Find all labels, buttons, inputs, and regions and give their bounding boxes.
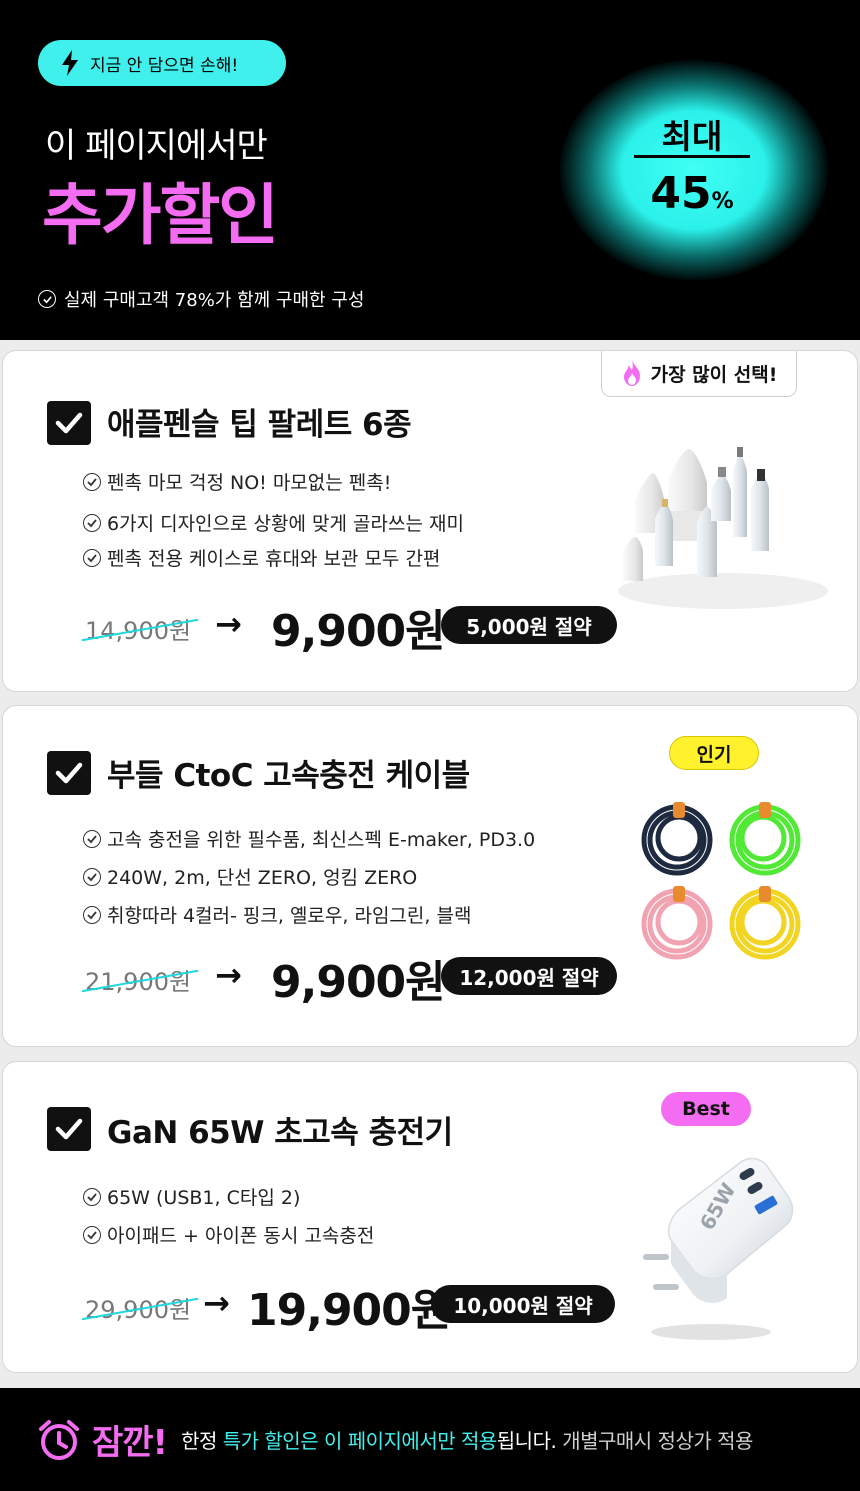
footer-text-2: 됩니다. [496,1429,557,1453]
sale-price: 19,900원 [247,1285,451,1336]
check-circle-icon [83,1225,101,1244]
feature-item: 취향따라 4컬러- 핑크, 옐로우, 라임그린, 블랙 [83,901,471,928]
hero-subtitle: 이 페이지에서만 [45,126,268,166]
feature-text: 6가지 디자인으로 상황에 맞게 골라쓰는 재미 [107,513,464,535]
hero-banner: 지금 안 담으면 손해! 이 페이지에서만 추가할인 실제 구매고객 78%가 … [0,0,860,340]
discount-value: 45% [634,168,750,219]
charger-image: 65W [643,1157,794,1340]
feature-text: 펜촉 마모 걱정 NO! 마모없는 펜촉! [107,472,392,494]
product-title: 애플펜슬 팁 팔레트 6종 [107,407,412,443]
hero-note-text: 실제 구매고객 78%가 함께 구매한 구성 [64,290,365,311]
checkbox-icon[interactable] [47,1107,91,1151]
feature-text: 취향따라 4컬러- 핑크, 옐로우, 라임그린, 블랙 [107,905,472,927]
footer-text: 한정 특가 할인은 이 페이지에서만 적용됩니다. 개별구매시 정상가 적용 [181,1425,753,1454]
feature-item: 펜촉 마모 걱정 NO! 마모없는 펜촉! [83,468,391,495]
hero-note: 실제 구매고객 78%가 함께 구매한 구성 [38,286,364,312]
discount-divider [634,155,750,158]
cable-coils-image [641,802,801,960]
most-selected-tag-text: 가장 많이 선택! [650,363,778,386]
check-circle-icon [83,1187,101,1206]
sale-price: 9,900원 [271,606,446,657]
feature-text: 펜촉 전용 케이스로 휴대와 보관 모두 간편 [107,548,441,570]
arrow-icon: → [215,605,242,643]
feature-text: 아이패드 + 아이폰 동시 고속충전 [107,1225,375,1247]
footer-text-dim: 개별구매시 정상가 적용 [562,1429,753,1453]
feature-item: 240W, 2m, 단선 ZERO, 엉킴 ZERO [83,863,417,890]
feature-item: 아이패드 + 아이폰 동시 고속충전 [83,1221,374,1248]
saving-badge: 12,000원 절약 [441,957,617,995]
check-circle-icon [83,867,101,886]
footer-text-highlight: 특가 할인은 이 페이지에서만 적용 [222,1429,498,1453]
feature-text: 65W (USB1, C타입 2) [107,1187,301,1209]
footer-notice: 잠깐! 한정 특가 할인은 이 페이지에서만 적용됩니다. 개별구매시 정상가 … [0,1388,860,1491]
feature-item: 펜촉 전용 케이스로 휴대와 보관 모두 간편 [83,544,440,571]
product-title: 부들 CtoC 고속충전 케이블 [107,758,470,794]
checkbox-icon[interactable] [47,401,91,445]
lightning-icon [62,50,78,76]
checkbox-icon[interactable] [47,751,91,795]
check-circle-icon [83,513,101,532]
feature-text: 고속 충전을 위한 필수품, 최신스펙 E-maker, PD3.0 [107,829,536,851]
product-title: GaN 65W 초고속 충전기 [107,1115,453,1151]
footer-text-1: 한정 [181,1429,217,1453]
saving-badge: 5,000원 절약 [441,606,617,644]
check-circle-icon [83,548,101,567]
product-card-charger[interactable]: Best GaN 65W 초고속 충전기 65W (USB1, C타입 2) 아… [2,1061,858,1373]
popular-tag: 인기 [669,736,759,770]
feature-item: 고속 충전을 위한 필수품, 최신스펙 E-maker, PD3.0 [83,825,535,852]
wait-label: 잠깐! [92,1423,168,1463]
feature-item: 65W (USB1, C타입 2) [83,1183,300,1210]
alarm-clock-icon [39,1419,79,1460]
most-selected-tag: 가장 많이 선택! [601,351,797,397]
pencil-tips-image [618,447,828,609]
check-circle-icon [38,290,56,308]
check-circle-icon [83,829,101,848]
original-price: 21,900원 [81,962,199,997]
discount-unit: % [711,189,734,214]
sale-price: 9,900원 [271,957,446,1008]
feature-text: 240W, 2m, 단선 ZERO, 엉킴 ZERO [107,867,418,889]
product-card-pencil-tips[interactable]: 가장 많이 선택! 애플펜슬 팁 팔레트 6종 펜촉 마모 걱정 NO! 마모없… [2,350,858,692]
arrow-icon: → [215,956,242,994]
urgency-pill: 지금 안 담으면 손해! [38,40,286,86]
check-circle-icon [83,905,101,924]
original-price: 29,900원 [81,1290,199,1325]
hero-title: 추가할인 [42,177,279,254]
saving-badge: 10,000원 절약 [431,1285,615,1323]
best-tag: Best [661,1092,751,1126]
urgency-pill-text: 지금 안 담으면 손해! [90,55,239,76]
product-card-cable[interactable]: 인기 부들 CtoC 고속충전 케이블 고속 충전을 위한 필수품, 최신스펙 … [2,705,858,1047]
discount-label: 최대 [661,117,723,156]
discount-number: 45 [650,168,712,219]
arrow-icon: → [203,1284,230,1322]
feature-item: 6가지 디자인으로 상황에 맞게 골라쓰는 재미 [83,509,464,536]
check-circle-icon [83,472,101,491]
original-price: 14,900원 [81,611,199,646]
fire-icon [623,360,640,386]
